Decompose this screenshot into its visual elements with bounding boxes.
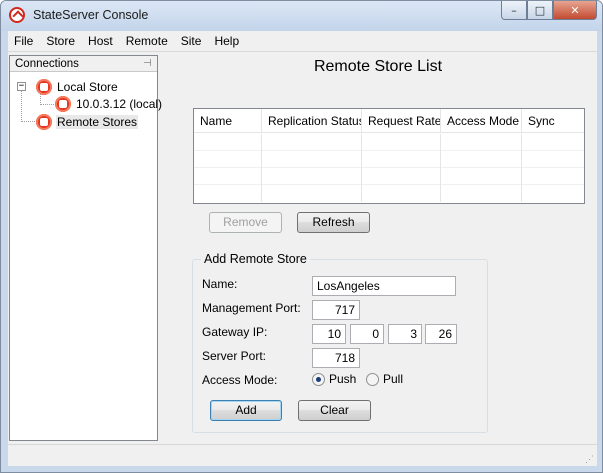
table-cell [194, 185, 262, 202]
table-row [194, 134, 584, 151]
table-cell [441, 168, 522, 185]
connections-panel: Connections ⊣ − Local Store 10.0.3.12 (l… [9, 55, 162, 441]
management-port-field[interactable]: 717 [312, 300, 360, 320]
add-button[interactable]: Add [210, 400, 282, 421]
app-logo-icon [9, 7, 25, 23]
menu-store[interactable]: Store [40, 34, 82, 48]
host-icon [55, 96, 71, 112]
menu-file[interactable]: File [8, 34, 40, 48]
remote-store-list[interactable]: Name Replication Status Request Rate Acc… [193, 108, 585, 204]
menu-site[interactable]: Site [175, 34, 209, 48]
close-button[interactable]: ✕ [553, 1, 597, 20]
table-cell [362, 168, 441, 185]
table-row [194, 185, 584, 202]
window-controls: – □ ✕ [501, 1, 597, 21]
minimize-button[interactable]: – [501, 1, 527, 20]
table-row [194, 168, 584, 185]
clear-button[interactable]: Clear [298, 400, 371, 421]
radio-unchecked-icon [366, 372, 379, 386]
menu-bar: File Store Host Remote Site Help [8, 31, 597, 51]
store-icon [36, 114, 52, 130]
table-cell [441, 151, 522, 168]
tree-connector [21, 121, 35, 122]
title-bar[interactable]: StateServer Console – □ ✕ [1, 1, 602, 31]
tree-item-local-store[interactable]: Local Store [36, 78, 119, 96]
access-mode-pull-radio[interactable]: Pull [366, 372, 403, 386]
access-mode-label: Access Mode: [202, 373, 278, 387]
column-header-access-mode[interactable]: Access Mode [441, 109, 522, 133]
page-title: Remote Store List [313, 58, 443, 75]
window-title: StateServer Console [33, 8, 149, 22]
tree-item-label: Local Store [57, 80, 118, 94]
store-icon [36, 79, 52, 95]
add-remote-store-group: Add Remote Store Name: LosAngeles Manage… [192, 252, 488, 433]
collapse-toggle-icon[interactable]: − [17, 82, 26, 91]
status-bar: ⋰ [8, 444, 597, 466]
table-cell [194, 134, 262, 151]
app-window: StateServer Console – □ ✕ File Store Hos… [0, 0, 603, 473]
connections-tree: − Local Store 10.0.3.12 (local) Remote S… [10, 73, 162, 440]
radio-label: Push [329, 372, 357, 386]
access-mode-push-radio[interactable]: Push [312, 372, 356, 386]
list-header: Name Replication Status Request Rate Acc… [194, 109, 584, 133]
gateway-ip-octet-4[interactable]: 26 [425, 324, 457, 344]
pin-icon[interactable]: ⊣ [143, 58, 153, 69]
column-header-replication-status[interactable]: Replication Status [262, 109, 362, 133]
tree-item-local-host[interactable]: 10.0.3.12 (local) [55, 95, 163, 113]
management-port-label: Management Port: [202, 301, 301, 315]
radio-checked-icon [312, 372, 325, 386]
column-header-request-rate[interactable]: Request Rate [362, 109, 441, 133]
tree-connector [21, 87, 22, 122]
table-cell [362, 185, 441, 202]
gateway-ip-octet-3[interactable]: 3 [388, 324, 422, 344]
table-cell [262, 168, 362, 185]
menu-remote[interactable]: Remote [120, 34, 175, 48]
refresh-button[interactable]: Refresh [297, 212, 370, 233]
resize-grip-icon[interactable]: ⋰ [585, 454, 595, 464]
gateway-ip-octet-2[interactable]: 0 [350, 324, 384, 344]
menu-host[interactable]: Host [82, 34, 120, 48]
gateway-ip-label: Gateway IP: [202, 325, 268, 339]
tree-item-remote-stores[interactable]: Remote Stores [36, 113, 139, 131]
column-header-sync[interactable]: Sync [522, 109, 584, 133]
table-cell [194, 151, 262, 168]
table-cell [441, 134, 522, 151]
maximize-button[interactable]: □ [527, 1, 553, 20]
client-area: Connections ⊣ − Local Store 10.0.3.12 (l… [8, 51, 597, 466]
gateway-ip-octet-1[interactable]: 10 [312, 324, 346, 344]
table-cell [262, 185, 362, 202]
table-cell [262, 151, 362, 168]
connections-header: Connections ⊣ [10, 56, 157, 72]
server-port-label: Server Port: [202, 349, 267, 363]
tree-connector [40, 104, 54, 105]
column-header-name[interactable]: Name [194, 109, 262, 133]
tree-item-label: Remote Stores [56, 115, 139, 129]
remove-button[interactable]: Remove [209, 212, 282, 233]
name-field[interactable]: LosAngeles [312, 276, 456, 296]
server-port-field[interactable]: 718 [312, 348, 360, 368]
table-cell [362, 151, 441, 168]
table-row [194, 151, 584, 168]
table-cell [362, 134, 441, 151]
table-cell [194, 168, 262, 185]
tree-item-label: 10.0.3.12 (local) [76, 97, 163, 111]
connections-header-label: Connections [15, 58, 79, 70]
table-cell [262, 134, 362, 151]
table-cell [441, 185, 522, 202]
name-label: Name: [202, 277, 238, 291]
group-title: Add Remote Store [201, 252, 310, 266]
menu-help[interactable]: Help [208, 34, 246, 48]
radio-label: Pull [383, 372, 404, 386]
